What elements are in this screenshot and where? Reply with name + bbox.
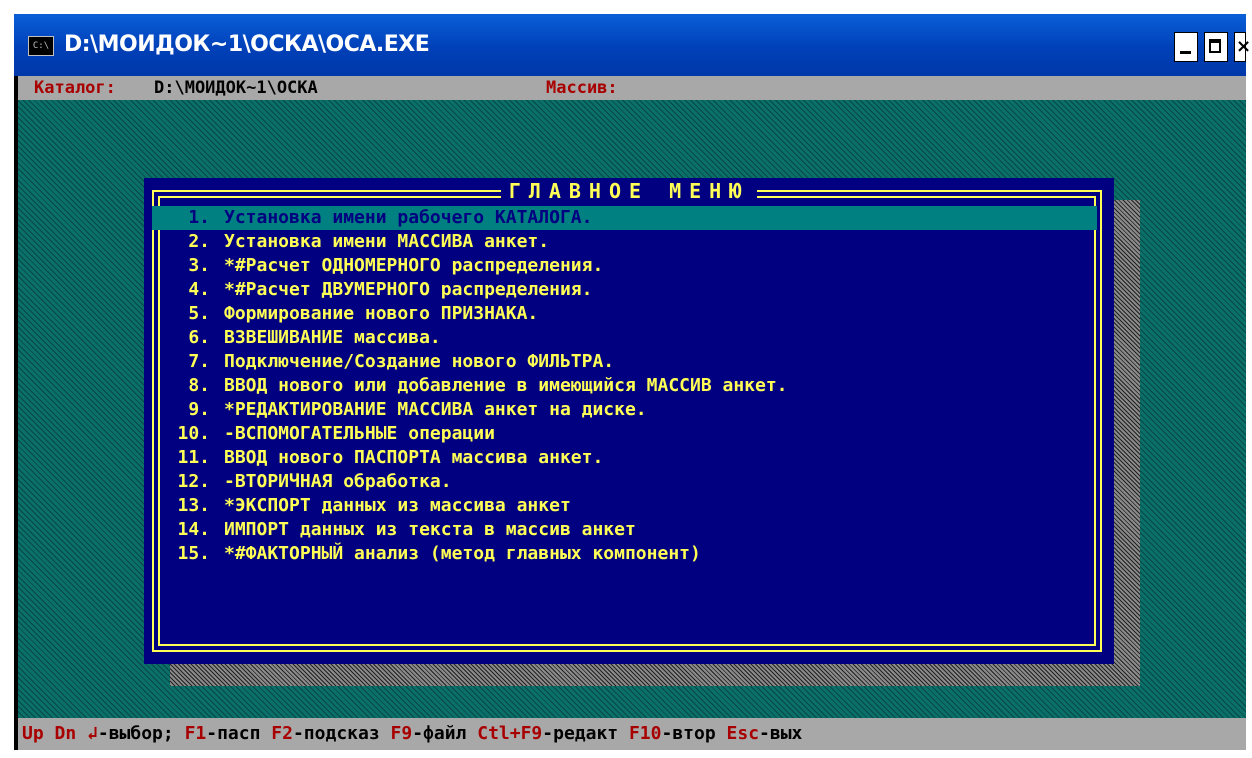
minimize-button[interactable]: [1174, 32, 1198, 62]
menu-item-10[interactable]: 10. -ВСПОМОГАТЕЛЬНЫЕ операции: [152, 422, 1097, 446]
menu-item-label: Установка имени МАССИВА анкет.: [224, 231, 550, 252]
menu-item-label: -ВСПОМОГАТЕЛЬНЫЕ операции: [224, 423, 495, 444]
menu-item-number: 12.: [177, 471, 210, 492]
console-area: Каталог: D:\МОИДОК~1\ОСКА Массив: ГЛАВНО…: [18, 76, 1246, 750]
menu-item-label: Установка имени рабочего КАТАЛОГА.: [224, 207, 593, 228]
menu-item-label: ВВОД нового или добавление в имеющийся М…: [224, 375, 788, 396]
hotkey-2: F2: [271, 723, 293, 744]
maximize-button[interactable]: [1204, 32, 1228, 62]
menu-items: 1. Установка имени рабочего КАТАЛОГА. 2. Ус…: [152, 206, 1097, 566]
menu-item-3[interactable]: 3. *#Расчет ОДНОМЕРНОГО распределения.: [152, 254, 1097, 278]
menu-title: ГЛАВНОЕ МЕНЮ: [500, 179, 758, 203]
menu-item-12[interactable]: 12. -ВТОРИЧНАЯ обработка.: [152, 470, 1097, 494]
menu-item-label: Подключение/Создание нового ФИЛЬТРА.: [224, 351, 615, 372]
menu-item-4[interactable]: 4. *#Расчет ДВУМЕРНОГО распределения.: [152, 278, 1097, 302]
menu-item-label: *РЕДАКТИРОВАНИЕ МАССИВА анкет на диске.: [224, 399, 647, 420]
hotkey-description-6: -вых: [759, 723, 803, 744]
hotkey-6: Esc: [726, 723, 760, 744]
menu-item-14[interactable]: 14. ИМПОРТ данных из текста в массив анке…: [152, 518, 1097, 542]
catalog-label: Каталог:: [34, 78, 116, 98]
menu-item-number: 4.: [188, 279, 210, 300]
status-bar: Up Dn ↲-выбор; F1-пасп F2-подсказ F9-фай…: [18, 718, 1246, 750]
console-window: C:\ D:\МОИДОК~1\ОСКА\ОСА.EXE × Каталог: …: [14, 14, 1251, 750]
catalog-value: D:\МОИДОК~1\ОСКА: [154, 78, 318, 98]
hotkey-3: F9: [390, 723, 413, 744]
menu-item-number: 7.: [188, 351, 210, 372]
console-app-icon[interactable]: C:\: [28, 36, 54, 56]
hotkey-description-4: -редакт: [542, 723, 629, 744]
window-title: D:\МОИДОК~1\ОСКА\ОСА.EXE: [64, 32, 430, 57]
menu-item-7[interactable]: 7. Подключение/Создание нового ФИЛЬТРА.: [152, 350, 1097, 374]
menu-item-label: *ЭКСПОРТ данных из массива анкет: [224, 495, 571, 516]
menu-item-8[interactable]: 8. ВВОД нового или добавление в имеющийся…: [152, 374, 1097, 398]
menu-item-label: -ВТОРИЧНАЯ обработка.: [224, 471, 452, 492]
menu-title-bar: ГЛАВНОЕ МЕНЮ: [144, 178, 1114, 204]
hotkey-description-1: -пасп: [206, 723, 272, 744]
close-icon: ×: [1236, 36, 1252, 57]
main-menu: ГЛАВНОЕ МЕНЮ 1. Установка имени рабочего …: [144, 178, 1114, 664]
title-bar[interactable]: C:\ D:\МОИДОК~1\ОСКА\ОСА.EXE ×: [14, 14, 1251, 76]
menu-item-label: ВЗВЕШИВАНИЕ массива.: [224, 327, 441, 348]
minimize-icon: [1180, 51, 1191, 54]
status-keys: Up Dn ↲-выбор; F1-пасп F2-подсказ F9-фай…: [22, 723, 802, 745]
menu-item-number: 6.: [188, 327, 210, 348]
menu-item-number: 11.: [177, 447, 210, 468]
menu-item-number: 10.: [177, 423, 210, 444]
hotkey-0: Up Dn ↲: [22, 723, 98, 744]
menu-item-label: ИМПОРТ данных из текста в массив анкет: [224, 519, 636, 540]
menu-item-number: 2.: [188, 231, 210, 252]
menu-item-number: 3.: [188, 255, 210, 276]
hotkey-description-0: -выбор;: [97, 723, 185, 744]
maximize-icon: [1209, 39, 1221, 53]
menu-item-label: Формирование нового ПРИЗНАКА.: [224, 303, 539, 324]
menu-item-13[interactable]: 13. *ЭКСПОРТ данных из массива анкет: [152, 494, 1097, 518]
menu-item-number: 5.: [188, 303, 210, 324]
hotkey-description-5: -втор: [661, 723, 727, 744]
menu-item-number: 13.: [177, 495, 210, 516]
hotkey-description-3: -файл: [412, 723, 478, 744]
menu-item-15[interactable]: 15. *#ФАКТОРНЫЙ анализ (метод главных ком…: [152, 542, 1097, 566]
menu-item-number: 14.: [177, 519, 210, 540]
menu-item-number: 8.: [188, 375, 210, 396]
menu-item-2[interactable]: 2. Установка имени МАССИВА анкет.: [152, 230, 1097, 254]
menu-item-9[interactable]: 9. *РЕДАКТИРОВАНИЕ МАССИВА анкет на диске…: [152, 398, 1097, 422]
menu-item-11[interactable]: 11. ВВОД нового ПАСПОРТА массива анкет.: [152, 446, 1097, 470]
menu-item-label: *#ФАКТОРНЫЙ анализ (метод главных компон…: [224, 543, 701, 564]
desktop-background: ГЛАВНОЕ МЕНЮ 1. Установка имени рабочего …: [18, 100, 1246, 718]
hotkey-5: F10: [628, 723, 662, 744]
hotkey-4: Ctl+F9: [477, 723, 543, 744]
menu-item-6[interactable]: 6. ВЗВЕШИВАНИЕ массива.: [152, 326, 1097, 350]
menu-item-1[interactable]: 1. Установка имени рабочего КАТАЛОГА.: [152, 206, 1097, 230]
menu-item-number: 1.: [188, 207, 210, 228]
close-button[interactable]: ×: [1234, 32, 1251, 62]
menu-item-number: 9.: [188, 399, 210, 420]
menu-item-label: *#Расчет ДВУМЕРНОГО распределения.: [224, 279, 593, 300]
menu-item-label: ВВОД нового ПАСПОРТА массива анкет.: [224, 447, 604, 468]
menu-item-label: *#Расчет ОДНОМЕРНОГО распределения.: [224, 255, 604, 276]
hotkey-description-2: -подсказ: [292, 723, 391, 744]
menu-item-number: 15.: [177, 543, 210, 564]
info-bar: Каталог: D:\МОИДОК~1\ОСКА Массив:: [18, 76, 1246, 100]
menu-item-5[interactable]: 5. Формирование нового ПРИЗНАКА.: [152, 302, 1097, 326]
array-label: Массив:: [546, 78, 618, 98]
hotkey-1: F1: [184, 723, 207, 744]
